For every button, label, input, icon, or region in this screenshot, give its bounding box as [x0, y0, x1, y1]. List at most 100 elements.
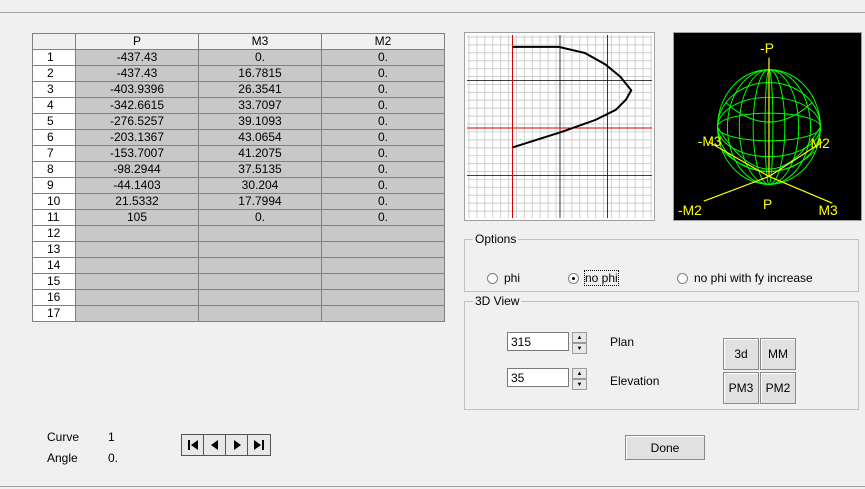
elevation-up-button[interactable]: ▲ — [572, 368, 587, 379]
plan-spinner[interactable]: ▲ ▼ — [507, 332, 587, 354]
m3-cell[interactable] — [198, 241, 322, 258]
radio-no-phi[interactable]: no phi — [568, 270, 619, 286]
m3-cell[interactable]: 26.3541 — [198, 81, 322, 98]
table-row[interactable]: 7 -153.7007 41.2075 0. — [32, 145, 445, 162]
p-cell[interactable]: -437.43 — [75, 49, 199, 66]
m3-cell[interactable]: 0. — [198, 49, 322, 66]
p-cell[interactable]: 21.5332 — [75, 193, 199, 210]
table-row[interactable]: 6 -203.1367 43.0654 0. — [32, 129, 445, 146]
m3-cell[interactable]: 17.7994 — [198, 193, 322, 210]
m2-cell[interactable]: 0. — [321, 97, 445, 114]
p-cell[interactable] — [75, 257, 199, 274]
row-number: 12 — [32, 225, 76, 242]
view-pm2-button[interactable]: PM2 — [760, 372, 796, 404]
m3-cell[interactable]: 30.204 — [198, 177, 322, 194]
plan-input[interactable] — [507, 332, 569, 351]
elevation-down-button[interactable]: ▼ — [572, 379, 587, 390]
top-separator — [0, 12, 865, 13]
table-row[interactable]: 15 — [32, 273, 445, 290]
m2-cell[interactable]: 0. — [321, 193, 445, 210]
m3-cell[interactable]: 33.7097 — [198, 97, 322, 114]
table-row[interactable]: 13 — [32, 241, 445, 258]
view-3d-button[interactable]: 3d — [723, 338, 759, 370]
row-number: 9 — [32, 177, 76, 194]
radio-no-phi-indicator[interactable] — [568, 272, 579, 284]
radio-no-phi-fy-indicator[interactable] — [677, 272, 688, 284]
p-cell[interactable] — [75, 241, 199, 258]
view-mm-button[interactable]: MM — [760, 338, 796, 370]
m2-cell[interactable] — [321, 241, 445, 258]
p-cell[interactable]: -403.9396 — [75, 81, 199, 98]
p-cell[interactable]: -342.6615 — [75, 97, 199, 114]
table-row[interactable]: 14 — [32, 257, 445, 274]
table-row[interactable]: 1 -437.43 0. 0. — [32, 49, 445, 66]
table-row[interactable]: 10 21.5332 17.7994 0. — [32, 193, 445, 210]
plan-down-button[interactable]: ▼ — [572, 343, 587, 354]
table-row[interactable]: 5 -276.5257 39.1093 0. — [32, 113, 445, 130]
m2-cell[interactable]: 0. — [321, 209, 445, 226]
table-row[interactable]: 9 -44.1403 30.204 0. — [32, 177, 445, 194]
m3-cell[interactable] — [198, 225, 322, 242]
m3-cell[interactable] — [198, 257, 322, 274]
radio-phi[interactable]: phi — [487, 271, 520, 285]
m3-cell[interactable]: 41.2075 — [198, 145, 322, 162]
m2-cell[interactable]: 0. — [321, 65, 445, 82]
radio-no-phi-label[interactable]: no phi — [584, 270, 619, 286]
m2-cell[interactable] — [321, 305, 445, 322]
m2-cell[interactable]: 0. — [321, 161, 445, 178]
p-cell[interactable]: 105 — [75, 209, 199, 226]
m2-cell[interactable]: 0. — [321, 81, 445, 98]
table-row[interactable]: 8 -98.2944 37.5135 0. — [32, 161, 445, 178]
radio-no-phi-fy-label[interactable]: no phi with fy increase — [694, 271, 813, 285]
p-cell[interactable] — [75, 305, 199, 322]
last-curve-button[interactable] — [248, 435, 270, 455]
plan-up-button[interactable]: ▲ — [572, 332, 587, 343]
m3-cell[interactable] — [198, 273, 322, 290]
m3-cell[interactable]: 16.7815 — [198, 65, 322, 82]
done-button[interactable]: Done — [625, 435, 705, 460]
m2-cell[interactable] — [321, 289, 445, 306]
p-cell[interactable] — [75, 289, 199, 306]
m2-cell[interactable]: 0. — [321, 145, 445, 162]
radio-no-phi-fy[interactable]: no phi with fy increase — [677, 271, 813, 285]
elevation-input[interactable] — [507, 368, 569, 387]
m3-cell[interactable]: 37.5135 — [198, 161, 322, 178]
table-header-row: P M3 M2 — [32, 33, 445, 50]
table-row[interactable]: 11 105 0. 0. — [32, 209, 445, 226]
p-cell[interactable]: -153.7007 — [75, 145, 199, 162]
p-cell[interactable]: -44.1403 — [75, 177, 199, 194]
m2-cell[interactable] — [321, 257, 445, 274]
p-cell[interactable]: -98.2944 — [75, 161, 199, 178]
prev-curve-button[interactable] — [204, 435, 226, 455]
table-row[interactable]: 3 -403.9396 26.3541 0. — [32, 81, 445, 98]
m2-cell[interactable]: 0. — [321, 49, 445, 66]
table-row[interactable]: 17 — [32, 305, 445, 322]
m2-cell[interactable] — [321, 225, 445, 242]
view-pm3-button[interactable]: PM3 — [723, 372, 759, 404]
m3-cell[interactable] — [198, 289, 322, 306]
table-row[interactable]: 12 — [32, 225, 445, 242]
next-curve-button[interactable] — [226, 435, 248, 455]
m2-cell[interactable] — [321, 273, 445, 290]
m2-cell[interactable]: 0. — [321, 129, 445, 146]
m3-cell[interactable]: 0. — [198, 209, 322, 226]
table-row[interactable]: 16 — [32, 289, 445, 306]
table-row[interactable]: 4 -342.6615 33.7097 0. — [32, 97, 445, 114]
p-cell[interactable]: -276.5257 — [75, 113, 199, 130]
m2-cell[interactable]: 0. — [321, 177, 445, 194]
radio-phi-label[interactable]: phi — [504, 271, 520, 285]
m3-cell[interactable] — [198, 305, 322, 322]
p-cell[interactable]: -437.43 — [75, 65, 199, 82]
radio-phi-indicator[interactable] — [487, 272, 498, 284]
first-curve-button[interactable] — [182, 435, 204, 455]
p-cell[interactable] — [75, 225, 199, 242]
arrow-up-icon: ▲ — [576, 370, 583, 377]
m3-cell[interactable]: 43.0654 — [198, 129, 322, 146]
p-cell[interactable]: -203.1367 — [75, 129, 199, 146]
p-cell[interactable] — [75, 273, 199, 290]
elevation-spinner[interactable]: ▲ ▼ — [507, 368, 587, 390]
m2-cell[interactable]: 0. — [321, 113, 445, 130]
m3-cell[interactable]: 39.1093 — [198, 113, 322, 130]
table-row[interactable]: 2 -437.43 16.7815 0. — [32, 65, 445, 82]
interaction-table[interactable]: P M3 M2 1 -437.43 0. 0. 2 -437.43 16.7815 0. 3 -4… — [32, 33, 445, 322]
